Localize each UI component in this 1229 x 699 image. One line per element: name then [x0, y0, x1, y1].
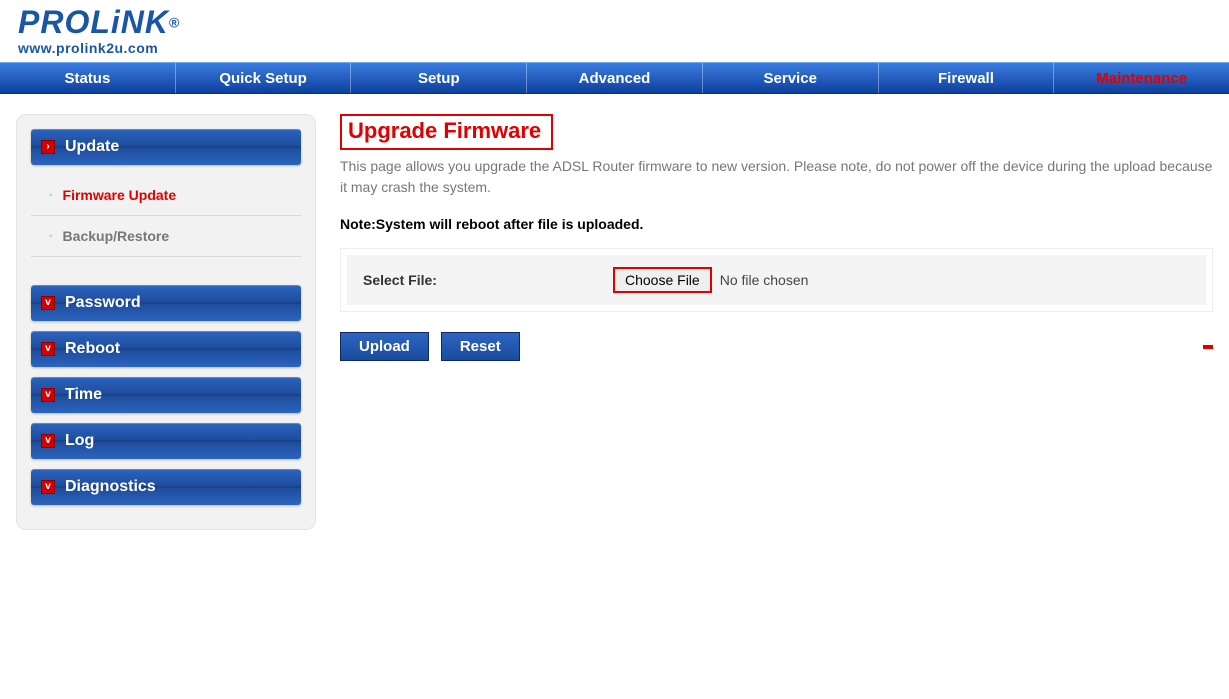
bullet-icon: ◦	[49, 231, 53, 242]
nav-advanced[interactable]: Advanced	[527, 63, 703, 93]
brand-name: PROLiNK	[18, 4, 169, 40]
nav-quick-setup[interactable]: Quick Setup	[176, 63, 352, 93]
sidebar-item-reboot[interactable]: v Reboot	[31, 331, 301, 367]
sidebar-sub-firmware-update[interactable]: ◦ Firmware Update	[31, 175, 301, 216]
brand-url: www.prolink2u.com	[18, 40, 1211, 56]
page-title: Upgrade Firmware	[340, 114, 553, 150]
sidebar: › Update ◦ Firmware Update ◦ Backup/Rest…	[16, 114, 316, 530]
sidebar-item-password[interactable]: v Password	[31, 285, 301, 321]
sidebar-item-diagnostics[interactable]: v Diagnostics	[31, 469, 301, 505]
expand-down-icon: v	[41, 434, 55, 448]
sidebar-item-label: Log	[65, 432, 94, 450]
main-content: Upgrade Firmware This page allows you up…	[340, 114, 1213, 361]
header: PROLiNK® www.prolink2u.com	[0, 0, 1229, 62]
file-label: Select File:	[363, 272, 593, 288]
expand-down-icon: v	[41, 388, 55, 402]
nav-maintenance[interactable]: Maintenance	[1054, 63, 1229, 93]
brand-logo: PROLiNK®	[18, 6, 1211, 38]
upload-button[interactable]: Upload	[340, 332, 429, 361]
sidebar-sub-label: Backup/Restore	[63, 228, 170, 244]
nav-service[interactable]: Service	[703, 63, 879, 93]
nav-setup[interactable]: Setup	[351, 63, 527, 93]
page-description: This page allows you upgrade the ADSL Ro…	[340, 156, 1213, 198]
expand-down-icon: v	[41, 296, 55, 310]
sidebar-item-update[interactable]: › Update	[31, 129, 301, 165]
choose-file-button[interactable]: Choose File	[613, 267, 712, 293]
sidebar-item-label: Diagnostics	[65, 478, 156, 496]
marker-icon	[1203, 345, 1213, 349]
top-nav: Status Quick Setup Setup Advanced Servic…	[0, 62, 1229, 94]
nav-status[interactable]: Status	[0, 63, 176, 93]
expand-down-icon: v	[41, 342, 55, 356]
sidebar-item-label: Password	[65, 294, 141, 312]
sidebar-sub-label: Firmware Update	[63, 187, 177, 203]
file-row: Select File: Choose File No file chosen	[347, 255, 1206, 305]
brand-registered: ®	[169, 14, 179, 30]
page-note: Note:System will reboot after file is up…	[340, 216, 1213, 232]
sidebar-sub-backup-restore[interactable]: ◦ Backup/Restore	[31, 216, 301, 257]
file-picker: Choose File No file chosen	[613, 267, 808, 293]
file-status: No file chosen	[720, 272, 809, 288]
reset-button[interactable]: Reset	[441, 332, 520, 361]
expand-down-icon: v	[41, 480, 55, 494]
sidebar-item-log[interactable]: v Log	[31, 423, 301, 459]
expand-right-icon: ›	[41, 140, 55, 154]
button-row: Upload Reset	[340, 332, 1213, 361]
nav-firewall[interactable]: Firewall	[879, 63, 1055, 93]
sidebar-item-label: Time	[65, 386, 102, 404]
sidebar-item-time[interactable]: v Time	[31, 377, 301, 413]
sidebar-item-label: Reboot	[65, 340, 120, 358]
file-panel: Select File: Choose File No file chosen	[340, 248, 1213, 312]
bullet-icon: ◦	[49, 190, 53, 201]
sidebar-item-label: Update	[65, 138, 119, 156]
